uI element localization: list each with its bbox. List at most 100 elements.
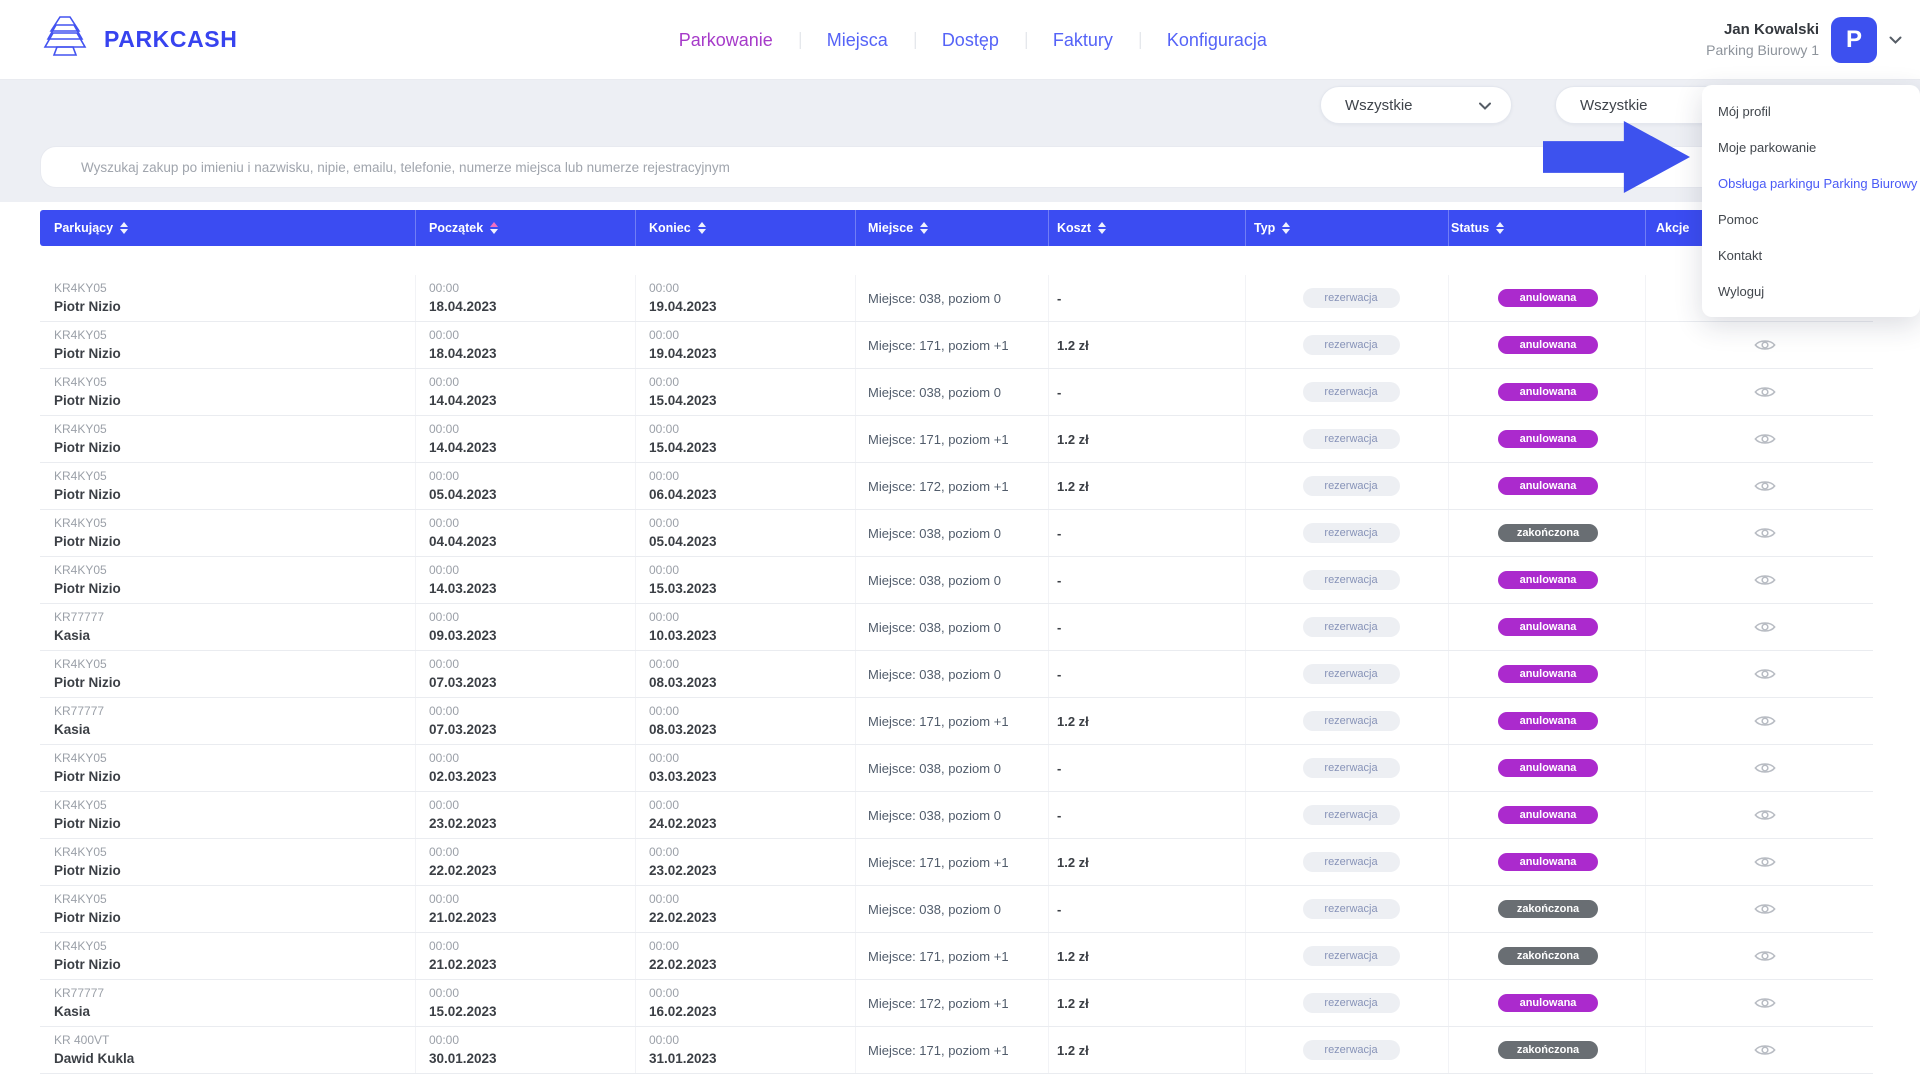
sort-icon[interactable] bbox=[698, 222, 706, 234]
eye-icon[interactable] bbox=[1754, 431, 1776, 447]
cell-miejsce: Miejsce: 038, poziom 0 bbox=[855, 886, 1048, 932]
cell-status: zakończona bbox=[1448, 510, 1645, 556]
eye-icon[interactable] bbox=[1754, 666, 1776, 682]
column-header[interactable]: Miejsce bbox=[855, 210, 1048, 246]
type-badge: rezerwacja bbox=[1303, 335, 1400, 355]
avatar[interactable]: P bbox=[1831, 17, 1877, 63]
status-badge: anulowana bbox=[1498, 383, 1598, 401]
filter-select-1[interactable]: Wszystkie bbox=[1320, 86, 1512, 124]
column-header[interactable]: Koszt bbox=[1048, 210, 1245, 246]
cell-status: anulowana bbox=[1448, 980, 1645, 1026]
table-row[interactable]: KR4KY05 Piotr Nizio 00:00 21.02.2023 00:… bbox=[40, 933, 1873, 980]
table-row[interactable]: KR4KY05 Piotr Nizio 00:00 18.04.2023 00:… bbox=[40, 275, 1873, 322]
menu-item[interactable]: Wyloguj bbox=[1702, 273, 1920, 309]
column-header[interactable]: Parkujący bbox=[40, 210, 415, 246]
cell-typ: rezerwacja bbox=[1245, 322, 1448, 368]
table-row[interactable]: KR4KY05 Piotr Nizio 00:00 22.02.2023 00:… bbox=[40, 839, 1873, 886]
parking-spot: Miejsce: 038, poziom 0 bbox=[868, 761, 1048, 776]
table-row[interactable]: KR4KY05 Piotr Nizio 00:00 21.02.2023 00:… bbox=[40, 886, 1873, 933]
chevron-down-icon bbox=[1479, 97, 1491, 114]
cell-koniec: 00:00 15.04.2023 bbox=[635, 369, 855, 415]
eye-icon[interactable] bbox=[1754, 572, 1776, 588]
table-row[interactable]: KR77777 Kasia 00:00 07.03.2023 00:00 08.… bbox=[40, 698, 1873, 745]
eye-icon[interactable] bbox=[1754, 854, 1776, 870]
table-row[interactable]: KR4KY05 Piotr Nizio 00:00 02.03.2023 00:… bbox=[40, 745, 1873, 792]
sort-icon[interactable] bbox=[1496, 222, 1504, 234]
eye-icon[interactable] bbox=[1754, 619, 1776, 635]
nav-item-dostęp[interactable]: Dostęp bbox=[915, 30, 1026, 51]
type-badge: rezerwacja bbox=[1303, 1040, 1400, 1060]
sort-icon[interactable] bbox=[920, 222, 928, 234]
sort-icon[interactable] bbox=[490, 222, 498, 234]
cost-value: - bbox=[1057, 761, 1245, 776]
nav-item-miejsca[interactable]: Miejsca bbox=[800, 30, 915, 51]
eye-icon[interactable] bbox=[1754, 384, 1776, 400]
start-time: 00:00 bbox=[429, 703, 635, 720]
table-row[interactable]: KR 400VT Dawid Kukla 00:00 30.01.2023 00… bbox=[40, 1027, 1873, 1074]
column-header[interactable]: Typ bbox=[1245, 210, 1448, 246]
end-date: 24.02.2023 bbox=[649, 814, 855, 834]
cell-miejsce: Miejsce: 171, poziom +1 bbox=[855, 839, 1048, 885]
cell-status: zakończona bbox=[1448, 1027, 1645, 1073]
menu-item[interactable]: Moje parkowanie bbox=[1702, 129, 1920, 165]
eye-icon[interactable] bbox=[1754, 948, 1776, 964]
parking-spot: Miejsce: 038, poziom 0 bbox=[868, 291, 1048, 306]
cell-status: zakończona bbox=[1448, 886, 1645, 932]
eye-icon[interactable] bbox=[1754, 525, 1776, 541]
eye-icon[interactable] bbox=[1754, 1042, 1776, 1058]
table-row[interactable]: KR4KY05 Piotr Nizio 00:00 23.02.2023 00:… bbox=[40, 792, 1873, 839]
table-row[interactable]: KR4KY05 Piotr Nizio 00:00 04.04.2023 00:… bbox=[40, 510, 1873, 557]
status-badge: anulowana bbox=[1498, 994, 1598, 1012]
status-badge: anulowana bbox=[1498, 712, 1598, 730]
cell-miejsce: Miejsce: 171, poziom +1 bbox=[855, 322, 1048, 368]
nav-item-faktury[interactable]: Faktury bbox=[1026, 30, 1140, 51]
start-time: 00:00 bbox=[429, 1032, 635, 1049]
sort-icon[interactable] bbox=[1282, 222, 1290, 234]
menu-item[interactable]: Kontakt bbox=[1702, 237, 1920, 273]
nav-item-konfiguracja[interactable]: Konfiguracja bbox=[1140, 30, 1294, 51]
table-row[interactable]: KR77777 Kasia 00:00 15.02.2023 00:00 16.… bbox=[40, 980, 1873, 1027]
user-menu-trigger[interactable]: Jan Kowalski Parking Biurowy 1 P bbox=[1706, 0, 1902, 80]
column-header[interactable]: Początek bbox=[415, 210, 635, 246]
table-header: Parkujący Początek Koniec Miejsce Koszt … bbox=[40, 210, 1873, 246]
menu-item[interactable]: Mój profil bbox=[1702, 93, 1920, 129]
table-row[interactable]: KR4KY05 Piotr Nizio 00:00 07.03.2023 00:… bbox=[40, 651, 1873, 698]
eye-icon[interactable] bbox=[1754, 995, 1776, 1011]
cell-typ: rezerwacja bbox=[1245, 651, 1448, 697]
nav-item-parkowanie[interactable]: Parkowanie bbox=[652, 30, 800, 51]
table-row[interactable]: KR77777 Kasia 00:00 09.03.2023 00:00 10.… bbox=[40, 604, 1873, 651]
start-date: 04.04.2023 bbox=[429, 532, 635, 552]
cell-typ: rezerwacja bbox=[1245, 416, 1448, 462]
eye-icon[interactable] bbox=[1754, 807, 1776, 823]
sort-icon[interactable] bbox=[120, 222, 128, 234]
vehicle-plate: KR4KY05 bbox=[54, 515, 415, 532]
cell-koniec: 00:00 16.02.2023 bbox=[635, 980, 855, 1026]
menu-item[interactable]: Obsługa parkingu Parking Biurowy 1 bbox=[1702, 165, 1920, 201]
cell-akcje bbox=[1645, 651, 1873, 697]
type-badge: rezerwacja bbox=[1303, 946, 1400, 966]
cell-typ: rezerwacja bbox=[1245, 792, 1448, 838]
end-date: 08.03.2023 bbox=[649, 673, 855, 693]
eye-icon[interactable] bbox=[1754, 337, 1776, 353]
eye-icon[interactable] bbox=[1754, 760, 1776, 776]
menu-item[interactable]: Pomoc bbox=[1702, 201, 1920, 237]
start-date: 18.04.2023 bbox=[429, 297, 635, 317]
column-header[interactable]: Status bbox=[1448, 210, 1645, 246]
cell-miejsce: Miejsce: 038, poziom 0 bbox=[855, 557, 1048, 603]
eye-icon[interactable] bbox=[1754, 901, 1776, 917]
cell-akcje bbox=[1645, 604, 1873, 650]
table-row[interactable]: KR4KY05 Piotr Nizio 00:00 18.04.2023 00:… bbox=[40, 322, 1873, 369]
brand-logo[interactable]: PARKCASH bbox=[40, 14, 237, 65]
table-row[interactable]: KR4KY05 Piotr Nizio 00:00 05.04.2023 00:… bbox=[40, 463, 1873, 510]
eye-icon[interactable] bbox=[1754, 713, 1776, 729]
table-row[interactable]: KR4KY05 Piotr Nizio 00:00 14.04.2023 00:… bbox=[40, 416, 1873, 463]
eye-icon[interactable] bbox=[1754, 478, 1776, 494]
table-row[interactable]: KR4KY05 Piotr Nizio 00:00 14.04.2023 00:… bbox=[40, 369, 1873, 416]
cell-parkujacy: KR4KY05 Piotr Nizio bbox=[40, 557, 415, 603]
column-header[interactable]: Koniec bbox=[635, 210, 855, 246]
table-row[interactable]: KR4KY05 Piotr Nizio 00:00 14.03.2023 00:… bbox=[40, 557, 1873, 604]
parking-spot: Miejsce: 038, poziom 0 bbox=[868, 620, 1048, 635]
sort-icon[interactable] bbox=[1098, 222, 1106, 234]
chevron-down-icon[interactable] bbox=[1889, 36, 1902, 45]
type-badge: rezerwacja bbox=[1303, 429, 1400, 449]
